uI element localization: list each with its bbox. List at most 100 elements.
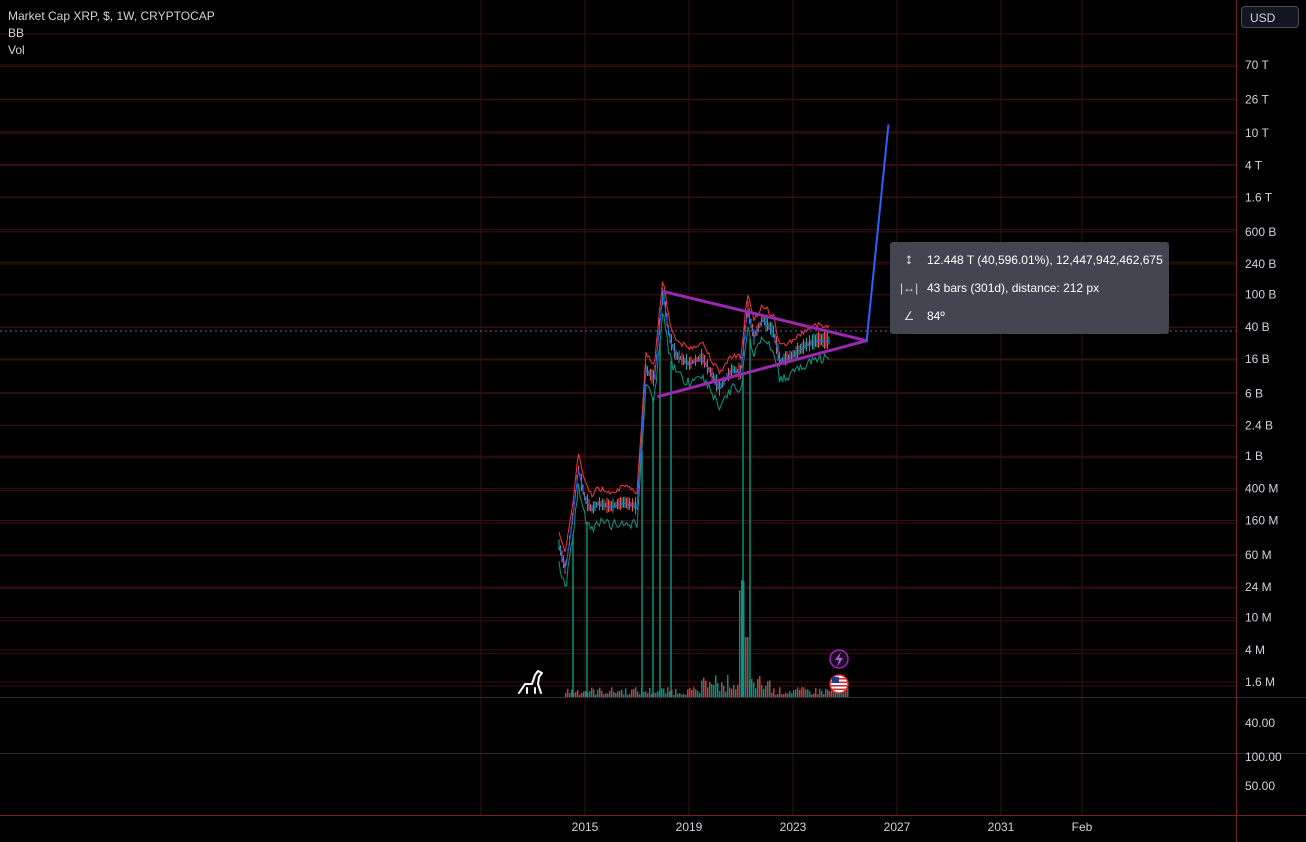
volume-bar	[829, 691, 831, 697]
currency-button[interactable]: USD	[1241, 6, 1299, 28]
volume-bar	[683, 693, 685, 697]
volume-bar	[787, 693, 789, 697]
horizontal-range-icon: |↔|	[900, 281, 919, 295]
volume-bar	[669, 691, 671, 697]
time-axis-label: 2027	[884, 820, 911, 834]
lower-pane-label: 50.00	[1245, 779, 1275, 793]
volume-bar	[777, 693, 779, 697]
volume-bar	[775, 694, 777, 697]
volume-bar	[621, 689, 623, 697]
chart-canvas[interactable]: 70 T 26 T 10 T 4 T 1.6 T 600 B 240 B 100 B 40 B 1…	[0, 0, 1306, 842]
volume-bar	[595, 694, 597, 697]
price-axis-label: 10 M	[1245, 611, 1272, 625]
volume-bar	[645, 691, 647, 697]
price-axis-label: 4 T	[1245, 158, 1263, 172]
volume-bar	[607, 693, 609, 697]
volume-bar	[779, 687, 781, 697]
volume-bar	[643, 691, 645, 697]
volume-bar	[831, 690, 833, 697]
volume-bar	[803, 687, 805, 697]
volume-bar	[611, 687, 613, 697]
volume-bar	[661, 688, 663, 697]
volume-bar	[601, 690, 603, 697]
volume-bar	[637, 691, 639, 697]
volume-bar	[623, 694, 625, 697]
volume-bar	[681, 694, 683, 697]
projection-line	[865, 124, 890, 342]
price-axis-label: 160 M	[1245, 514, 1278, 528]
volume-bar	[605, 693, 607, 697]
volume-bar	[695, 689, 697, 697]
volume-bar	[699, 692, 701, 697]
volume-bar	[759, 676, 761, 697]
volume-bar	[619, 690, 621, 697]
volume-bar	[569, 693, 571, 697]
volume-bar	[755, 688, 757, 697]
volume-bar	[707, 687, 709, 697]
volume-bar	[763, 688, 765, 697]
indicator-bb-label[interactable]: BB	[8, 25, 215, 42]
volume-bar	[791, 693, 793, 697]
volume-bar	[805, 689, 807, 697]
volume-bar	[571, 689, 573, 697]
price-axis-label: 2.4 B	[1245, 419, 1273, 433]
volume-bar	[703, 677, 705, 697]
volume-bar	[675, 688, 677, 697]
price-series	[558, 280, 830, 697]
volume-bar	[613, 691, 615, 697]
time-axis-label: 2031	[988, 820, 1015, 834]
measure-price-change: 12.448 T (40,596.01%), 12,447,942,462,67…	[927, 253, 1163, 267]
symbol-title[interactable]: Market Cap XRP, $, 1W, CRYPTOCAP	[8, 8, 215, 25]
us-flag-icon	[829, 674, 849, 694]
price-axis-label: 240 B	[1245, 257, 1276, 271]
volume-bar	[741, 580, 743, 697]
volume-bar	[785, 692, 787, 697]
volume-bar	[807, 689, 809, 697]
volume-bar	[591, 687, 593, 697]
volume-bar	[577, 690, 579, 697]
volume-bar	[811, 694, 813, 697]
volume-bar	[579, 694, 581, 697]
time-axis-label: Feb	[1072, 820, 1093, 834]
indicator-vol-label[interactable]: Vol	[8, 42, 215, 59]
volume-bar	[649, 687, 651, 697]
volume-bar	[799, 689, 801, 697]
volume-bar	[667, 687, 669, 697]
volume-bar	[639, 694, 641, 697]
volume-bar	[657, 691, 659, 697]
volume-bar	[625, 688, 627, 697]
volume-bar	[701, 680, 703, 697]
volume-bar	[827, 689, 829, 697]
volume-bar	[823, 693, 825, 697]
volume-bar	[719, 691, 721, 697]
volume-bar	[727, 674, 729, 697]
volume-bar	[745, 637, 747, 697]
volume-bar	[765, 685, 767, 697]
volume-bar	[585, 691, 587, 697]
volume-bar	[567, 688, 569, 697]
volume-bar	[589, 691, 591, 697]
volume-bar	[617, 691, 619, 697]
volume-bar	[603, 694, 605, 697]
price-axis-label: 400 M	[1245, 481, 1278, 495]
measure-range: 43 bars (301d), distance: 212 px	[927, 281, 1100, 295]
time-axis-label: 2019	[676, 820, 703, 834]
volume-bar	[691, 689, 693, 697]
volume-bar	[751, 678, 753, 697]
volume-bar	[721, 682, 723, 697]
price-axis-label: 1.6 M	[1245, 675, 1275, 689]
volume-bar	[709, 682, 711, 697]
price-axis-label: 1 B	[1245, 449, 1263, 463]
volume-bar	[723, 685, 725, 697]
volume-bar	[629, 693, 631, 697]
price-axis-label: 600 B	[1245, 225, 1276, 239]
volume-bar	[679, 693, 681, 697]
volume-bar	[817, 694, 819, 697]
volume-bar	[597, 689, 599, 697]
volume-bar	[757, 679, 759, 697]
flag-stripe	[831, 685, 847, 687]
volume-bar	[581, 692, 583, 697]
volume-bar	[821, 691, 823, 697]
volume-bar	[687, 689, 689, 697]
volume-bar	[663, 688, 665, 697]
